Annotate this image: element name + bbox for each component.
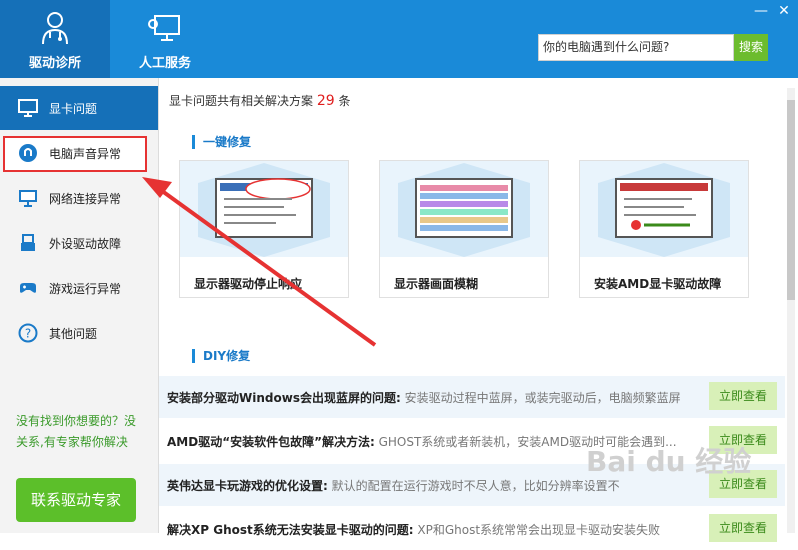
diy-text: 解决XP Ghost系统无法安装显卡驱动的问题: XP和Ghost系统常常会出现… — [167, 521, 707, 538]
diy-title: AMD驱动“安装软件包故障”解决方法: — [167, 435, 375, 449]
fix-card[interactable]: 显示器画面模糊 — [379, 160, 549, 298]
baidu-watermark: Bai du 经验 — [586, 445, 752, 478]
diy-desc: 默认的配置在运行游戏时不尽人意，比如分辨率设置不 — [331, 479, 620, 493]
amd-error-illustration — [580, 161, 748, 257]
solution-summary: 显卡问题共有相关解决方案 29 条 — [169, 92, 351, 109]
question-icon: ? — [18, 323, 38, 343]
search-button[interactable]: 搜索 — [734, 34, 768, 61]
blurry-screen-illustration — [380, 161, 548, 257]
card-label: 显示器驱动停止响应 — [194, 277, 303, 291]
svg-text:?: ? — [25, 327, 31, 341]
diy-desc: 安装驱动过程中蓝屏，或装完驱动后，电脑频繁蓝屏 — [404, 391, 681, 405]
view-now-button[interactable]: 立即查看 — [709, 382, 777, 410]
nav-label: 驱动诊所 — [28, 56, 81, 71]
card-label: 显示器画面模糊 — [394, 277, 479, 291]
minimize-button[interactable]: — — [752, 2, 770, 20]
summary-count: 29 — [316, 93, 335, 109]
sidebar-item-network[interactable]: 网络连接异常 — [0, 176, 158, 220]
sidebar-item-label: 其他问题 — [49, 327, 98, 341]
diy-title: 英伟达显卡玩游戏的优化设置: — [167, 479, 328, 493]
network-monitor-icon — [19, 190, 37, 207]
sidebar-item-sound[interactable]: 电脑声音异常 — [0, 131, 158, 175]
gamepad-icon — [20, 283, 36, 293]
scrollbar-thumb[interactable] — [787, 100, 795, 300]
sidebar-item-label: 游戏运行异常 — [49, 282, 122, 296]
nav-manual-service[interactable]: 人工服务 — [110, 0, 220, 78]
help-text: 没有找到你想要的？没关系,有专家帮你解决 — [16, 414, 137, 449]
sidebar-item-label: 电脑声音异常 — [49, 147, 122, 161]
sidebar-item-peripheral[interactable]: 外设驱动故障 — [0, 221, 158, 265]
fix-card[interactable]: 显示器驱动停止响应 — [179, 160, 349, 298]
quick-fix-title: 一键修复 — [192, 135, 251, 149]
driver-error-illustration — [180, 161, 348, 257]
service-computer-icon — [148, 15, 180, 41]
nav-driver-clinic[interactable]: 驱动诊所 — [0, 0, 110, 78]
diy-row: 安装部分驱动Windows会出现蓝屏的问题: 安装驱动过程中蓝屏，或装完驱动后，… — [159, 376, 785, 418]
search-input[interactable]: 你的电脑遇到什么问题? — [538, 34, 734, 61]
nav-label: 人工服务 — [138, 56, 191, 71]
fix-card[interactable]: 安装AMD显卡驱动故障 — [579, 160, 749, 298]
summary-suffix: 条 — [338, 94, 351, 108]
card-label: 安装AMD显卡驱动故障 — [594, 277, 722, 291]
speaker-icon — [19, 144, 37, 162]
diy-desc: XP和Ghost系统常常会出现显卡驱动安装失败 — [417, 523, 661, 537]
summary-prefix: 显卡问题共有相关解决方案 — [169, 94, 314, 108]
view-now-button[interactable]: 立即查看 — [709, 514, 777, 542]
sidebar-item-label: 外设驱动故障 — [49, 237, 122, 251]
sidebar-item-label: 网络连接异常 — [49, 192, 122, 206]
diy-fix-title: DIY修复 — [192, 349, 250, 363]
sidebar-item-graphics[interactable]: 显卡问题 — [0, 86, 158, 130]
close-button[interactable]: ✕ — [775, 2, 793, 20]
diy-title: 安装部分驱动Windows会出现蓝屏的问题: — [167, 391, 401, 405]
monitor-icon — [18, 99, 38, 117]
sidebar-item-label: 显卡问题 — [49, 102, 98, 116]
diy-row: 解决XP Ghost系统无法安装显卡驱动的问题: XP和Ghost系统常常会出现… — [159, 508, 785, 550]
contact-expert-button[interactable]: 联系驱动专家 — [16, 478, 136, 522]
sidebar-item-other[interactable]: ? 其他问题 — [0, 311, 158, 355]
sidebar-item-game[interactable]: 游戏运行异常 — [0, 266, 158, 310]
diy-title: 解决XP Ghost系统无法安装显卡驱动的问题: — [167, 523, 414, 537]
usb-icon — [21, 234, 35, 251]
doctor-icon — [42, 12, 68, 45]
diy-text: 安装部分驱动Windows会出现蓝屏的问题: 安装驱动过程中蓝屏，或装完驱动后，… — [167, 389, 707, 406]
